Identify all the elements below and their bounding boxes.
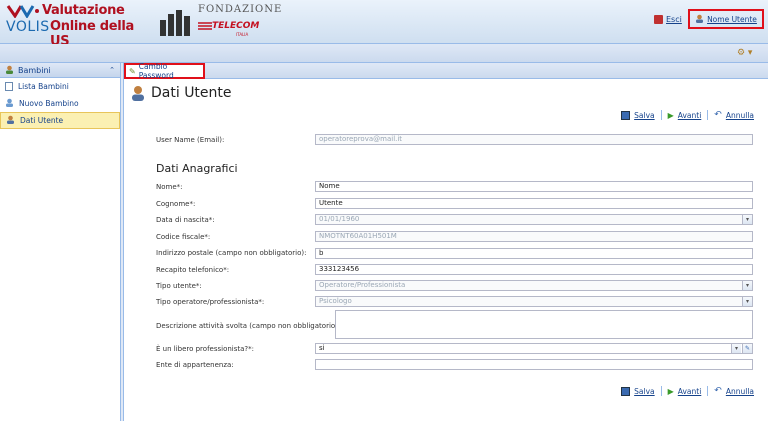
sidebar-item-lista-bambini[interactable]: Lista Bambini <box>0 78 120 95</box>
main-panel: ✎ Cambio Password Dati Utente Salva ▶ Av… <box>124 62 768 421</box>
libero-professionista-dropdown-trigger[interactable]: ▾ <box>731 344 741 353</box>
data-nascita-value: 01/01/1960 <box>319 215 360 223</box>
cancel-button[interactable]: Annulla <box>726 111 754 120</box>
user-icon <box>132 86 144 101</box>
ente-label: Ente di appartenenza: <box>156 361 234 369</box>
user-icon <box>6 115 15 126</box>
codice-fiscale-field[interactable]: NMOTNT60A01H501M <box>315 231 753 242</box>
tab-cambio-password[interactable]: ✎ Cambio Password <box>124 62 205 80</box>
ente-field[interactable] <box>315 359 753 370</box>
user-profile-link[interactable]: Nome Utente <box>688 9 764 29</box>
tab-bar: ✎ Cambio Password <box>124 62 768 80</box>
separator <box>660 386 662 396</box>
separator <box>660 110 662 120</box>
toolbar: ⚙ ▾ <box>0 44 768 63</box>
action-bar-bottom: Salva ▶ Avanti ↶ Annulla <box>621 386 754 396</box>
next-button[interactable]: Avanti <box>678 111 702 120</box>
undo-icon: ↶ <box>714 110 722 120</box>
logout-icon <box>654 15 663 24</box>
telefono-label: Recapito telefonico*: <box>156 266 230 274</box>
settings-gear-icon[interactable]: ⚙ ▾ <box>737 48 752 58</box>
nome-field[interactable]: Nome <box>315 181 753 192</box>
data-nascita-label: Data di nascita*: <box>156 216 215 224</box>
telecom-wave-icon <box>198 22 212 30</box>
libero-professionista-label: È un libero professionista?*: <box>156 345 254 353</box>
separator <box>707 110 709 120</box>
logo-volis: VOLIS <box>6 19 50 35</box>
data-nascita-field[interactable]: 01/01/1960 ▾ <box>315 214 753 225</box>
tipo-utente-dropdown-trigger[interactable]: ▾ <box>742 281 752 290</box>
descrizione-textarea[interactable] <box>335 310 753 339</box>
save-button[interactable]: Salva <box>634 387 654 396</box>
sidebar-header-label: Bambini <box>18 65 51 75</box>
cognome-field[interactable]: Utente <box>315 198 753 209</box>
action-bar-top: Salva ▶ Avanti ↶ Annulla <box>621 110 754 120</box>
telecom-logo: FONDAZIONE TELECOM ITALIA <box>158 2 294 42</box>
next-arrow-icon: ▶ <box>667 386 674 396</box>
telecom-sub-text: ITALIA <box>236 32 249 37</box>
tipo-operatore-label: Tipo operatore/professionista*: <box>156 298 265 306</box>
tipo-operatore-field[interactable]: Psicologo ▾ <box>315 296 753 307</box>
sidebar-item-label: Nuovo Bambino <box>19 99 79 108</box>
user-name-label: Nome Utente <box>707 14 757 24</box>
cancel-button[interactable]: Annulla <box>726 387 754 396</box>
save-icon <box>621 386 631 396</box>
libero-professionista-field[interactable]: si ▾ ✎ <box>315 343 753 354</box>
new-child-icon <box>5 98 14 109</box>
telecom-text: TELECOM <box>212 21 260 31</box>
nome-label: Nome*: <box>156 183 183 191</box>
date-picker-trigger[interactable]: ▾ <box>742 215 752 224</box>
volis-logo-icon <box>6 5 39 18</box>
logo-title: Valutazione <box>42 3 125 18</box>
separator <box>707 386 709 396</box>
cognome-label: Cognome*: <box>156 200 196 208</box>
tipo-operatore-value: Psicologo <box>319 297 352 305</box>
indirizzo-field[interactable]: b <box>315 248 753 259</box>
username-field[interactable]: operatoreprova@mail.it <box>315 134 753 145</box>
volis-logo: Valutazione VOLIS Online della US <box>6 3 146 49</box>
pencil-icon: ✎ <box>129 66 136 76</box>
fondazione-text: FONDAZIONE <box>198 4 283 15</box>
undo-icon: ↶ <box>714 386 722 396</box>
sidebar-item-label: Lista Bambini <box>18 82 69 91</box>
sidebar-item-dati-utente[interactable]: Dati Utente <box>0 112 120 129</box>
sidebar-item-label: Dati Utente <box>20 116 64 125</box>
username-label: User Name (Email): <box>156 136 225 144</box>
sidebar: Bambini ⌃ Lista Bambini Nuovo Bambino Da… <box>0 63 121 421</box>
tab-label: Cambio Password <box>138 62 174 80</box>
next-button[interactable]: Avanti <box>678 387 702 396</box>
save-icon <box>621 110 631 120</box>
logout-link[interactable]: Esci <box>654 15 682 24</box>
section-title: Dati Anagrafici <box>156 162 238 175</box>
indirizzo-label: Indirizzo postale (campo non obbligatori… <box>156 249 307 257</box>
logout-label: Esci <box>666 15 682 24</box>
sidebar-item-nuovo-bambino[interactable]: Nuovo Bambino <box>0 95 120 112</box>
codice-fiscale-label: Codice fiscale*: <box>156 233 211 241</box>
tipo-utente-field[interactable]: Operatore/Professionista ▾ <box>315 280 753 291</box>
tipo-utente-label: Tipo utente*: <box>156 282 202 290</box>
descrizione-label: Descrizione attività svolta (campo non o… <box>156 322 341 330</box>
save-button[interactable]: Salva <box>634 111 654 120</box>
telefono-field[interactable]: 333123456 <box>315 264 753 275</box>
page-title-text: Dati Utente <box>151 85 232 101</box>
children-icon <box>5 65 14 76</box>
libero-professionista-value: si <box>319 344 325 352</box>
tipo-utente-value: Operatore/Professionista <box>319 281 406 289</box>
tipo-operatore-dropdown-trigger[interactable]: ▾ <box>742 297 752 306</box>
telecom-building-icon <box>160 10 190 36</box>
user-icon <box>695 14 704 25</box>
page-title: Dati Utente <box>130 85 232 101</box>
sidebar-header[interactable]: Bambini ⌃ <box>0 63 120 78</box>
next-arrow-icon: ▶ <box>667 110 674 120</box>
collapse-chevron-icon[interactable]: ⌃ <box>109 66 115 74</box>
clear-field-icon[interactable]: ✎ <box>742 344 752 353</box>
list-icon <box>5 82 13 91</box>
app-header: Valutazione VOLIS Online della US FONDAZ… <box>0 0 768 49</box>
